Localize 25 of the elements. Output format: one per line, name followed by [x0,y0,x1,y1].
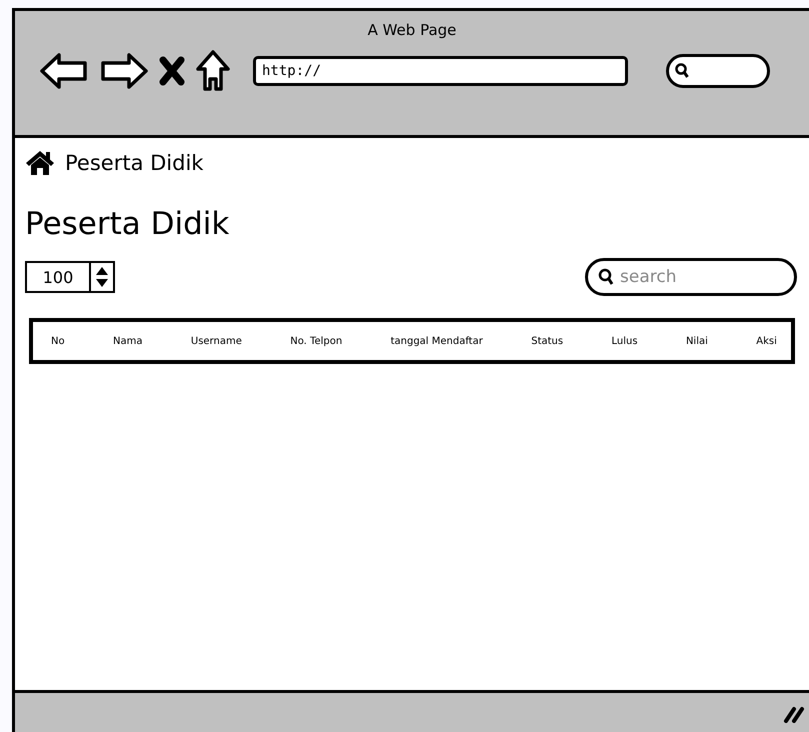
back-arrow-icon[interactable] [39,51,89,91]
search-field[interactable]: search [585,258,797,296]
forward-arrow-icon[interactable] [99,51,149,91]
column-header: No [51,336,65,346]
column-header: No. Telpon [290,336,342,346]
column-header: Aksi [756,336,777,346]
column-header: Nama [113,336,142,346]
home-icon[interactable] [25,150,55,176]
home-icon[interactable] [195,49,231,93]
page-size-stepper[interactable]: 100 [25,261,115,293]
close-icon[interactable] [159,56,185,86]
browser-search-field[interactable] [666,54,770,88]
search-icon [675,63,689,79]
column-header: Username [190,336,242,346]
up-down-arrows-icon[interactable] [95,266,109,288]
column-header: Status [531,336,564,346]
page-heading: Peserta Didik [25,206,230,242]
column-header: Lulus [612,336,638,346]
column-header: tanggal Mendaftar [390,336,483,346]
column-header: Nilai [686,336,708,346]
window-title: A Web Page [368,21,456,39]
resize-grip-icon[interactable] [783,705,805,723]
breadcrumb-link[interactable]: Peserta Didik [65,151,204,175]
search-icon [598,268,614,286]
address-field[interactable]: http:// [253,56,628,86]
